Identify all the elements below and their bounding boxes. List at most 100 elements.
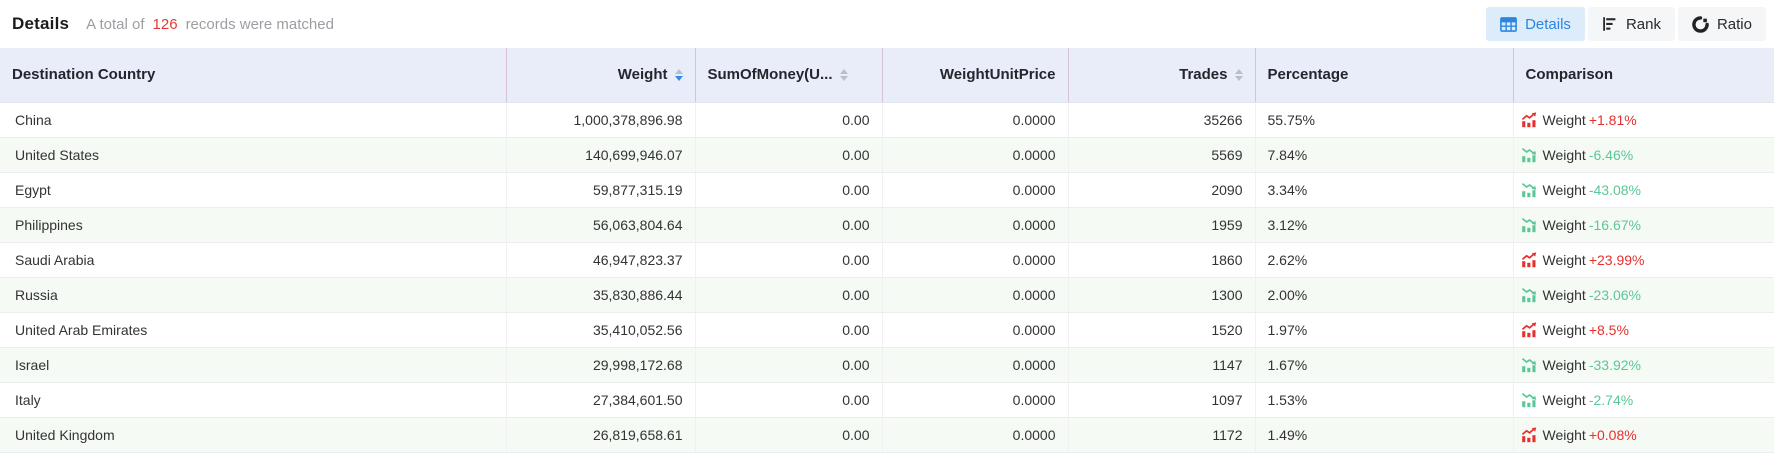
comparison-metric-label: Weight [1543, 287, 1586, 303]
comparison-value: +8.5% [1589, 322, 1629, 338]
trend-down-chart-icon [1521, 287, 1537, 303]
table-row: Saudi Arabia 46,947,823.37 0.00 0.0000 1… [0, 242, 1774, 277]
cell-percentage: 1.97% [1255, 312, 1513, 347]
table-header-row: Destination Country Weight SumOfMoney(U.… [0, 48, 1774, 102]
cell-weight-unit-price: 0.0000 [882, 347, 1068, 382]
comparison-value: +1.81% [1589, 112, 1637, 128]
results-table: Destination Country Weight SumOfMoney(U.… [0, 48, 1774, 453]
cell-percentage: 1.53% [1255, 382, 1513, 417]
details-panel: Details A total of 126 records were matc… [0, 0, 1774, 453]
cell-percentage: 2.62% [1255, 242, 1513, 277]
details-view-label: Details [1525, 16, 1571, 33]
cell-trades: 35266 [1068, 102, 1255, 137]
comparison-cell: Weight -23.06% [1521, 287, 1762, 303]
cell-percentage: 2.00% [1255, 277, 1513, 312]
comparison-cell: Weight +1.81% [1521, 112, 1762, 128]
details-view-button[interactable]: Details [1486, 7, 1585, 41]
cell-weight-unit-price: 0.0000 [882, 277, 1068, 312]
comparison-value: -16.67% [1589, 217, 1641, 233]
column-header-sum-of-money[interactable]: SumOfMoney(U... [695, 48, 882, 102]
cell-sum-of-money: 0.00 [695, 242, 882, 277]
comparison-cell: Weight +8.5% [1521, 322, 1762, 338]
trend-down-chart-icon [1521, 392, 1537, 408]
view-switch: Details Rank [1486, 7, 1766, 41]
trend-up-chart-icon [1521, 252, 1537, 268]
cell-weight-unit-price: 0.0000 [882, 207, 1068, 242]
table-row: Egypt 59,877,315.19 0.00 0.0000 2090 3.3… [0, 172, 1774, 207]
cell-destination-country: Italy [0, 382, 506, 417]
cell-weight-unit-price: 0.0000 [882, 102, 1068, 137]
comparison-metric-label: Weight [1543, 427, 1586, 443]
cell-destination-country: Russia [0, 277, 506, 312]
cell-trades: 5569 [1068, 137, 1255, 172]
trend-up-chart-icon [1521, 112, 1537, 128]
cell-weight-unit-price: 0.0000 [882, 242, 1068, 277]
comparison-cell: Weight -2.74% [1521, 392, 1762, 408]
cell-weight-unit-price: 0.0000 [882, 172, 1068, 207]
comparison-cell: Weight -6.46% [1521, 147, 1762, 163]
table-row: China 1,000,378,896.98 0.00 0.0000 35266… [0, 102, 1774, 137]
rank-view-button[interactable]: Rank [1588, 7, 1675, 41]
sort-icon-weight[interactable] [675, 69, 683, 81]
comparison-value: -2.74% [1589, 392, 1633, 408]
comparison-value: -43.08% [1589, 182, 1641, 198]
cell-sum-of-money: 0.00 [695, 417, 882, 452]
trend-down-chart-icon [1521, 182, 1537, 198]
sort-icon-sum-of-money[interactable] [840, 69, 848, 81]
cell-weight: 27,384,601.50 [506, 382, 695, 417]
table-row: Italy 27,384,601.50 0.00 0.0000 1097 1.5… [0, 382, 1774, 417]
comparison-value: -33.92% [1589, 357, 1641, 373]
cell-trades: 2090 [1068, 172, 1255, 207]
cell-destination-country: Philippines [0, 207, 506, 242]
column-header-percentage: Percentage [1255, 48, 1513, 102]
cell-weight-unit-price: 0.0000 [882, 137, 1068, 172]
cell-weight: 26,819,658.61 [506, 417, 695, 452]
records-count: 126 [153, 16, 178, 33]
column-header-weight[interactable]: Weight [506, 48, 695, 102]
cell-weight-unit-price: 0.0000 [882, 382, 1068, 417]
page-title: Details [12, 14, 69, 34]
cell-weight: 29,998,172.68 [506, 347, 695, 382]
comparison-metric-label: Weight [1543, 357, 1586, 373]
cell-weight-unit-price: 0.0000 [882, 312, 1068, 347]
cell-sum-of-money: 0.00 [695, 172, 882, 207]
comparison-metric-label: Weight [1543, 322, 1586, 338]
comparison-metric-label: Weight [1543, 252, 1586, 268]
cell-percentage: 55.75% [1255, 102, 1513, 137]
cell-weight: 59,877,315.19 [506, 172, 695, 207]
comparison-metric-label: Weight [1543, 182, 1586, 198]
cell-weight: 35,410,052.56 [506, 312, 695, 347]
cell-percentage: 3.12% [1255, 207, 1513, 242]
column-header-trades[interactable]: Trades [1068, 48, 1255, 102]
column-header-weight-unit-price: WeightUnitPrice [882, 48, 1068, 102]
column-header-destination-country: Destination Country [0, 48, 506, 102]
table-icon [1500, 17, 1517, 32]
rank-view-label: Rank [1626, 16, 1661, 33]
cell-destination-country: China [0, 102, 506, 137]
comparison-cell: Weight -16.67% [1521, 217, 1762, 233]
cell-trades: 1959 [1068, 207, 1255, 242]
trend-down-chart-icon [1521, 147, 1537, 163]
trend-down-chart-icon [1521, 217, 1537, 233]
sort-icon-trades[interactable] [1235, 69, 1243, 81]
comparison-cell: Weight -33.92% [1521, 357, 1762, 373]
cell-trades: 1172 [1068, 417, 1255, 452]
cell-weight: 35,830,886.44 [506, 277, 695, 312]
trend-up-chart-icon [1521, 322, 1537, 338]
comparison-cell: Weight +0.08% [1521, 427, 1762, 443]
cell-percentage: 7.84% [1255, 137, 1513, 172]
cell-sum-of-money: 0.00 [695, 102, 882, 137]
cell-sum-of-money: 0.00 [695, 277, 882, 312]
comparison-metric-label: Weight [1543, 217, 1586, 233]
comparison-value: -6.46% [1589, 147, 1633, 163]
rank-icon [1602, 16, 1618, 32]
ratio-view-button[interactable]: Ratio [1678, 7, 1766, 41]
records-summary-prefix: A total of [86, 16, 144, 33]
comparison-value: +23.99% [1589, 252, 1645, 268]
records-summary: A total of 126 records were matched [86, 16, 334, 33]
records-summary-suffix: records were matched [186, 16, 334, 33]
cell-sum-of-money: 0.00 [695, 347, 882, 382]
cell-sum-of-money: 0.00 [695, 137, 882, 172]
cell-trades: 1860 [1068, 242, 1255, 277]
comparison-cell: Weight +23.99% [1521, 252, 1762, 268]
